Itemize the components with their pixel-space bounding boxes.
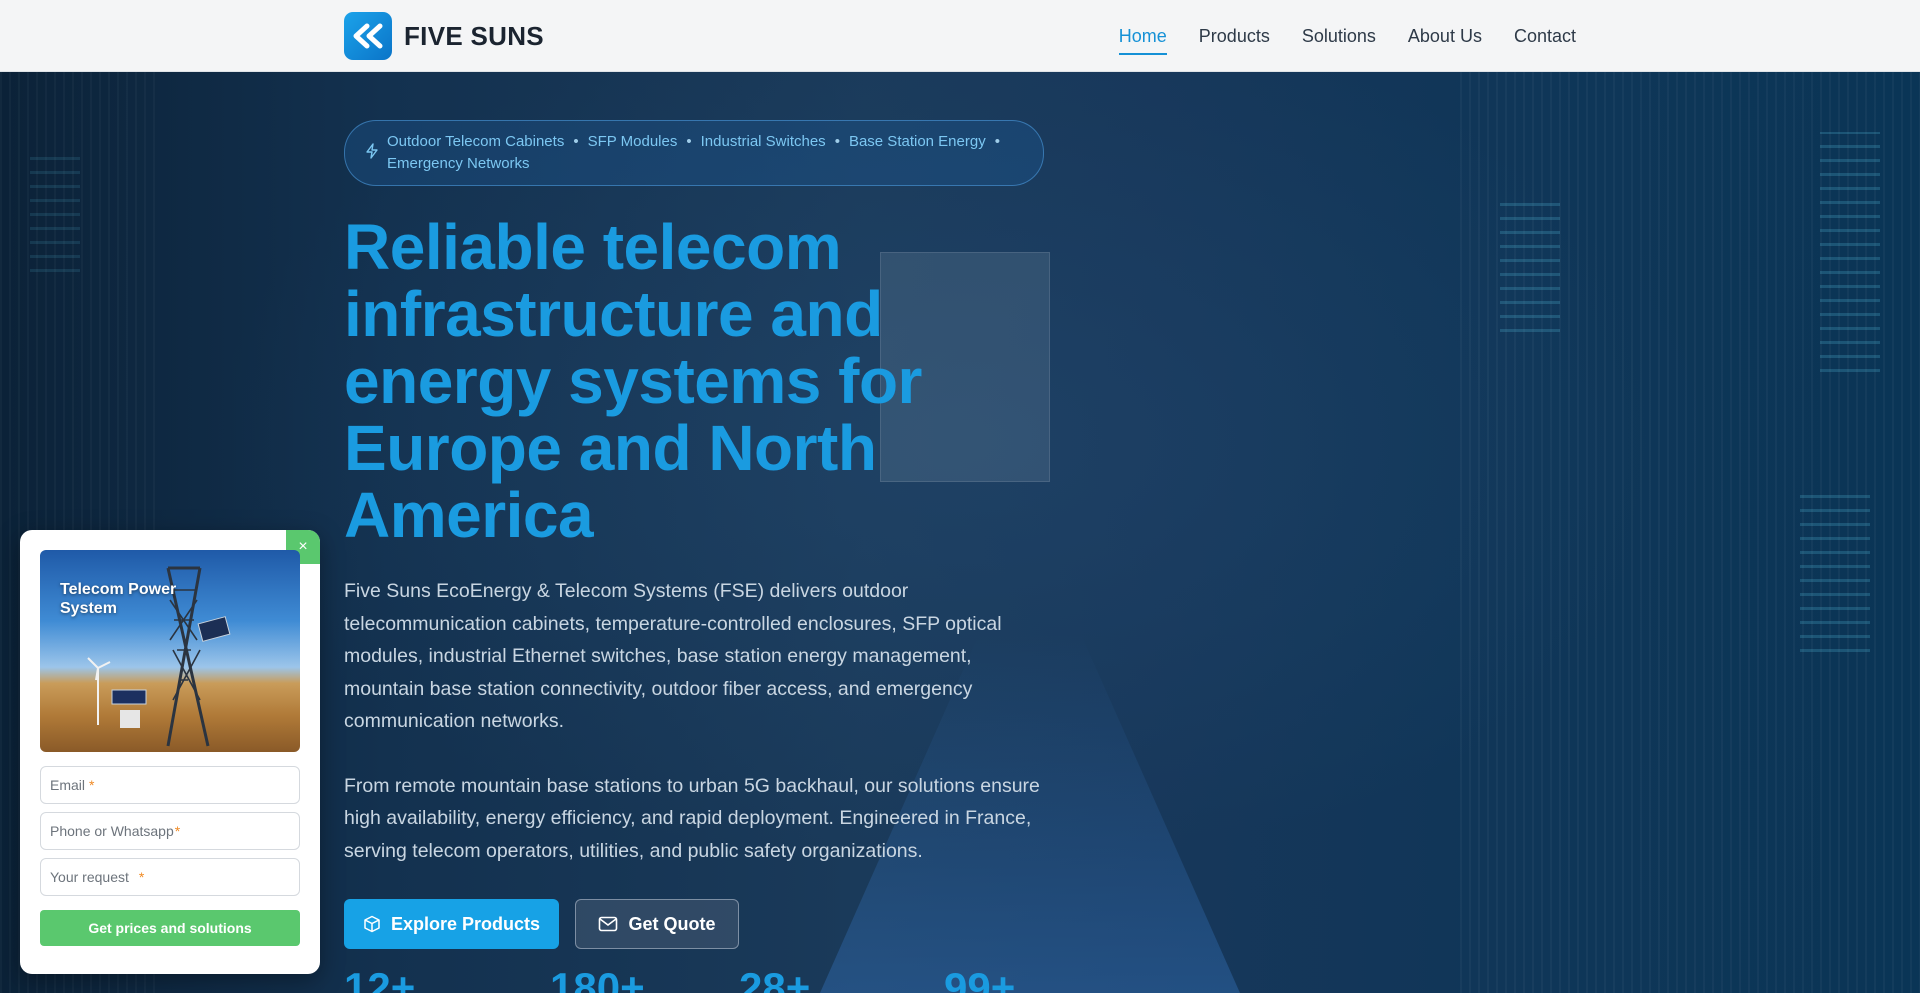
mail-icon bbox=[599, 916, 618, 932]
stat-value: 180+ bbox=[550, 964, 645, 993]
headline-line: Europe and North bbox=[344, 412, 877, 484]
hero-description: Five Suns EcoEnergy & Telecom Systems (F… bbox=[344, 580, 1002, 732]
email-placeholder: Email bbox=[50, 777, 86, 793]
tag-base-station-energy[interactable]: Base Station Energy bbox=[849, 131, 986, 153]
hero-content: Outdoor Telecom Cabinets • SFP Modules • I… bbox=[344, 120, 1044, 949]
hero-description-secondary: From remote mountain base stations to ur… bbox=[344, 774, 1040, 862]
nav-solutions[interactable]: Solutions bbox=[1302, 20, 1376, 53]
nav-contact[interactable]: Contact bbox=[1514, 20, 1576, 53]
rack-light bbox=[1820, 132, 1880, 372]
tag-outdoor-cabinets[interactable]: Outdoor Telecom Cabinets bbox=[387, 131, 564, 153]
category-tags: Outdoor Telecom Cabinets • SFP Modules • I… bbox=[387, 131, 1023, 175]
popup-image-title: Telecom Power System bbox=[60, 581, 177, 617]
nav-about-us[interactable]: About Us bbox=[1408, 20, 1482, 53]
phone-field[interactable]: Phone or Whatsapp * bbox=[40, 812, 300, 850]
main-nav: Home Products Solutions About Us Contact bbox=[1087, 0, 1576, 72]
explore-products-label: Explore Products bbox=[390, 913, 541, 934]
explore-products-button[interactable]: Explore Products bbox=[344, 899, 559, 949]
telecom-power-image: Telecom Power System bbox=[40, 550, 300, 752]
get-quote-button[interactable]: Get Quote bbox=[575, 899, 739, 949]
headline-line: America bbox=[344, 479, 594, 551]
chevrons-left-icon bbox=[344, 12, 392, 60]
phone-placeholder: Phone or Whatsapp bbox=[50, 823, 174, 839]
brand-logo[interactable]: FIVE SUNS bbox=[344, 12, 544, 60]
get-quote-label: Get Quote bbox=[628, 913, 716, 934]
tag-industrial-switches[interactable]: Industrial Switches bbox=[701, 131, 826, 153]
hero-actions: Explore Products Get Quote bbox=[344, 899, 1044, 949]
headline-line: infrastructure and bbox=[344, 278, 883, 350]
stat-value: 28+ bbox=[739, 964, 811, 993]
get-prices-button[interactable]: Get prices and solutions bbox=[40, 910, 300, 946]
stats-row: 12+ 180+ 28+ 99+ bbox=[344, 964, 1015, 993]
site-header: FIVE SUNS Home Products Solutions About … bbox=[0, 0, 1920, 72]
brand-name: FIVE SUNS bbox=[404, 20, 544, 51]
request-field[interactable]: Your request * bbox=[40, 858, 300, 896]
nav-home[interactable]: Home bbox=[1118, 20, 1167, 55]
rack-light bbox=[1800, 492, 1870, 652]
category-pill: Outdoor Telecom Cabinets • SFP Modules • I… bbox=[344, 120, 1044, 186]
tag-sfp-modules[interactable]: SFP Modules bbox=[588, 131, 678, 153]
bolt-icon bbox=[366, 143, 378, 159]
request-placeholder: Your request bbox=[50, 869, 129, 885]
tag-emergency-networks[interactable]: Emergency Networks bbox=[387, 153, 530, 175]
headline-line: Reliable telecom bbox=[344, 211, 842, 283]
stat-value: 12+ bbox=[344, 964, 416, 993]
stat-value: 99+ bbox=[944, 964, 1016, 993]
rack-light bbox=[1500, 192, 1560, 332]
hero-headline: Reliable telecom infrastructure and ener… bbox=[344, 214, 1044, 549]
headline-line: energy systems for bbox=[344, 345, 922, 417]
cube-icon bbox=[364, 915, 380, 933]
lead-popup: × Telecom Power System Email * Phone or W… bbox=[20, 530, 320, 974]
email-field[interactable]: Email * bbox=[40, 766, 300, 804]
rack-light bbox=[30, 152, 80, 272]
nav-products[interactable]: Products bbox=[1199, 20, 1270, 53]
